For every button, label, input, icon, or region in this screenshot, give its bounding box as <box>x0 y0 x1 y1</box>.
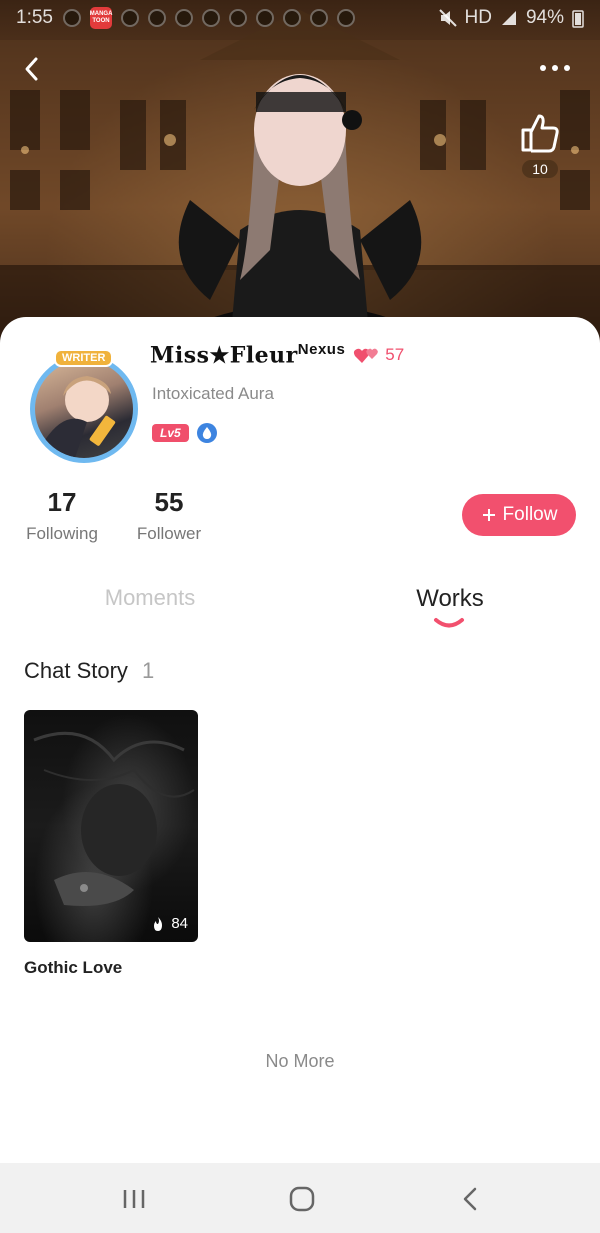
end-of-list-text: No More <box>265 1051 335 1071</box>
work-view-count: 84 <box>171 915 188 932</box>
follower-stat[interactable]: 55 Follower <box>130 487 208 544</box>
alert-notification-icon <box>174 9 193 27</box>
droplet-badge-icon[interactable] <box>196 423 217 443</box>
recent-apps-icon <box>123 1190 145 1208</box>
section-count: 1 <box>141 658 155 683</box>
follower-count: 55 <box>154 487 184 517</box>
active-tab-indicator <box>434 618 464 628</box>
mute-icon <box>438 9 457 27</box>
recent-apps-button[interactable] <box>114 1185 154 1213</box>
back-arrow-icon <box>463 1187 477 1211</box>
more-dot-icon <box>552 65 558 71</box>
level-badge[interactable]: Lv5 <box>152 424 189 442</box>
flame-icon <box>154 916 163 931</box>
section-title: Chat Story <box>24 658 128 683</box>
username: Miss★FleurNexus <box>150 341 345 368</box>
follow-button[interactable]: Follow <box>462 494 576 536</box>
back-button[interactable] <box>16 52 50 86</box>
chevron-left-icon <box>25 57 38 81</box>
hearts-counter: 57 <box>353 345 404 365</box>
thumbs-up-icon <box>521 114 559 153</box>
notification-icons: MANGA TOON <box>62 7 355 29</box>
alert-notification-icon <box>120 9 139 27</box>
alert-notification-icon <box>309 9 328 27</box>
username-row: Miss★FleurNexus 57 <box>150 341 404 368</box>
following-count: 17 <box>47 487 77 517</box>
status-time: 1:55 <box>16 7 53 28</box>
hearts-icon <box>354 348 379 363</box>
droplet-icon <box>202 427 211 439</box>
follower-label: Follower <box>136 524 202 543</box>
profile-card: WRITER Miss★FleurNexus 57 Intoxicated Au… <box>0 317 600 1163</box>
avatar[interactable]: WRITER <box>26 349 142 467</box>
facebook-notification-icon <box>62 9 81 27</box>
home-icon <box>289 1186 315 1212</box>
alert-notification-icon <box>201 9 220 27</box>
alert-notification-icon <box>147 9 166 27</box>
following-stat[interactable]: 17 Following <box>20 487 104 544</box>
avatar-image <box>30 355 138 463</box>
following-label: Following <box>26 524 98 543</box>
status-right-group: HD 94% <box>438 7 584 29</box>
profile-banner: 1:55 MANGA TOON HD 94% 10 <box>0 0 600 345</box>
banner-background-image <box>0 10 600 345</box>
alert-notification-icon <box>336 9 355 27</box>
section-header: Chat Story 1 <box>24 658 154 684</box>
tab-works[interactable]: Works <box>400 585 500 613</box>
system-back-button[interactable] <box>450 1185 490 1213</box>
system-nav-bar <box>0 1163 600 1233</box>
more-options-button[interactable] <box>540 58 580 78</box>
alert-notification-icon <box>255 9 274 27</box>
home-button[interactable] <box>282 1185 322 1213</box>
badge-row: Lv5 <box>152 423 217 443</box>
alert-notification-icon <box>228 9 247 27</box>
heart-count: 57 <box>385 344 405 364</box>
username-main: Miss★Fleur <box>150 342 298 369</box>
work-title[interactable]: Gothic Love <box>24 958 122 978</box>
battery-percent: 94% <box>525 7 564 28</box>
work-cover-image <box>33 731 195 906</box>
profile-subtitle: Intoxicated Aura <box>152 384 274 403</box>
mangatoon-notification-icon: MANGA TOON <box>90 7 112 29</box>
writer-tag: WRITER <box>54 349 114 367</box>
like-count: 10 <box>522 160 558 178</box>
network-type: HD <box>464 7 492 28</box>
avatar-illustration <box>35 376 116 458</box>
status-bar: 1:55 MANGA TOON HD 94% <box>0 0 600 36</box>
work-views: 84 <box>151 915 188 932</box>
username-suffix: Nexus <box>297 341 346 358</box>
follow-button-label: Follow <box>502 504 558 525</box>
plus-icon <box>482 509 495 521</box>
like-button[interactable]: 10 <box>514 110 566 186</box>
signal-icon <box>501 11 516 25</box>
battery-icon <box>572 10 584 28</box>
more-dot-icon <box>540 65 546 71</box>
tab-moments[interactable]: Moments <box>100 585 200 611</box>
alert-notification-icon <box>282 9 301 27</box>
more-dot-icon <box>564 65 570 71</box>
work-cover[interactable]: 84 <box>24 710 198 942</box>
